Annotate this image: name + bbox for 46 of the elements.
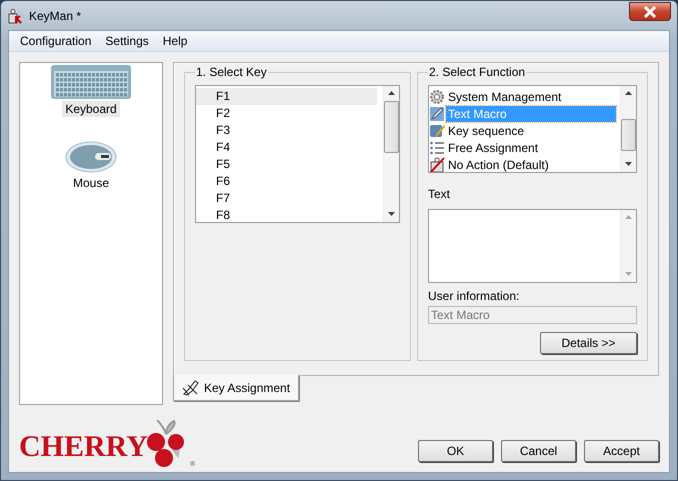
list-item[interactable]: F5 — [196, 156, 377, 173]
list-item[interactable]: F8 — [196, 207, 377, 222]
list-item[interactable]: F6 — [196, 173, 377, 190]
keyboard-icon[interactable] — [51, 63, 131, 99]
dialog-button[interactable]: Cancel — [501, 440, 576, 462]
text-field[interactable] — [428, 209, 637, 284]
field-label: Text — [428, 187, 452, 202]
logo-text: CHERRY — [19, 432, 148, 462]
list-item[interactable]: F3 — [196, 122, 377, 139]
key-list[interactable]: F1 F2 F3 F4 F5 F6 F7 F8 — [195, 85, 400, 223]
window-title: KeyMan * — [29, 8, 82, 22]
dialog-button[interactable]: OK — [418, 440, 493, 462]
app-icon — [7, 8, 23, 24]
field-label: User information: — [428, 289, 520, 304]
list-item[interactable]: F2 — [196, 105, 377, 122]
device-label[interactable]: Keyboard — [62, 101, 120, 117]
mouse-icon[interactable] — [65, 139, 117, 173]
none-icon — [429, 156, 445, 172]
tab[interactable]: Key Assignment — [173, 375, 300, 401]
details-button[interactable]: Details >> — [540, 332, 637, 354]
device-label[interactable]: Mouse — [70, 175, 112, 191]
menu-item[interactable]: Settings — [98, 34, 156, 48]
menu-item[interactable]: Help — [156, 34, 194, 48]
close-button[interactable] — [629, 2, 671, 21]
scrollbar[interactable] — [383, 86, 399, 222]
function-list[interactable]: System Management Text Macro Key sequence Free Assignment No Action (Default) — [428, 85, 637, 173]
up-arrow-icon[interactable] — [388, 91, 395, 95]
list-item[interactable]: No Action (Default) — [446, 156, 616, 172]
list-item[interactable]: F1 — [196, 88, 377, 105]
down-arrow-icon[interactable] — [388, 212, 395, 216]
down-arrow-icon[interactable] — [625, 162, 632, 166]
menu-item[interactable]: Configuration — [13, 34, 98, 48]
group-title: 1. Select Key — [195, 65, 268, 79]
group-title: 2. Select Function — [428, 65, 526, 79]
scrollbar[interactable] — [620, 86, 636, 172]
list-item[interactable]: System Management — [446, 88, 616, 104]
dialog-button[interactable]: Accept — [584, 440, 659, 462]
pencil-icon — [429, 106, 445, 122]
list-item[interactable]: F4 — [196, 139, 377, 156]
gear-icon — [429, 88, 445, 104]
up-arrow-icon[interactable] — [625, 91, 632, 95]
list-item[interactable]: Key sequence — [446, 122, 616, 138]
close-icon — [643, 6, 657, 18]
list-item[interactable]: Free Assignment — [446, 140, 616, 156]
list-item[interactable]: F7 — [196, 190, 377, 207]
list-icon — [429, 140, 445, 156]
